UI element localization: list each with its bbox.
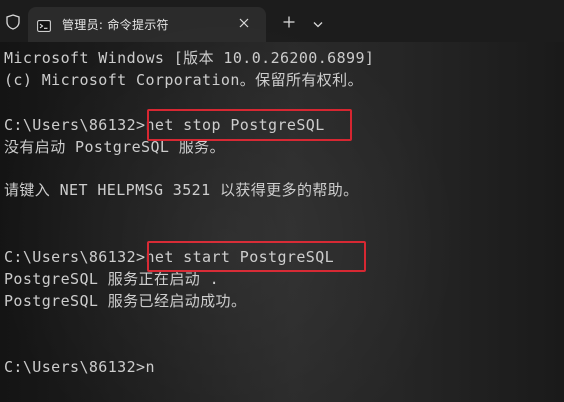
close-icon[interactable]: [234, 13, 254, 33]
terminal-line: PostgreSQL 服务已经启动成功。: [4, 292, 247, 310]
terminal-line: (c) Microsoft Corporation。保留所有权利。: [4, 71, 363, 89]
new-tab-button[interactable]: [278, 11, 300, 33]
terminal-output[interactable]: Microsoft Windows [版本 10.0.26200.6899] (…: [0, 42, 564, 402]
shield-icon[interactable]: [2, 11, 24, 33]
plus-icon: [283, 13, 295, 32]
cmd-prompt-icon: [37, 17, 51, 32]
terminal-line: 请键入 NET HELPMSG 3521 以获得更多的帮助。: [4, 181, 359, 199]
terminal-line: C:\Users\86132>n: [4, 358, 155, 376]
highlight-box-net-stop: [147, 109, 352, 141]
terminal-line: Microsoft Windows [版本 10.0.26200.6899]: [4, 49, 375, 67]
title-bar: 管理员: 命令提示符: [0, 0, 564, 42]
chevron-down-icon: [313, 13, 323, 32]
tab-title: 管理员: 命令提示符: [62, 18, 169, 32]
command-prompt-window: 管理员: 命令提示符 Microsoft Windows [版本 10.0.26…: [0, 0, 564, 402]
tab-dropdown-button[interactable]: [307, 11, 329, 33]
highlight-box-net-start: [147, 241, 366, 272]
tab-command-prompt[interactable]: 管理员: 命令提示符: [28, 7, 266, 42]
